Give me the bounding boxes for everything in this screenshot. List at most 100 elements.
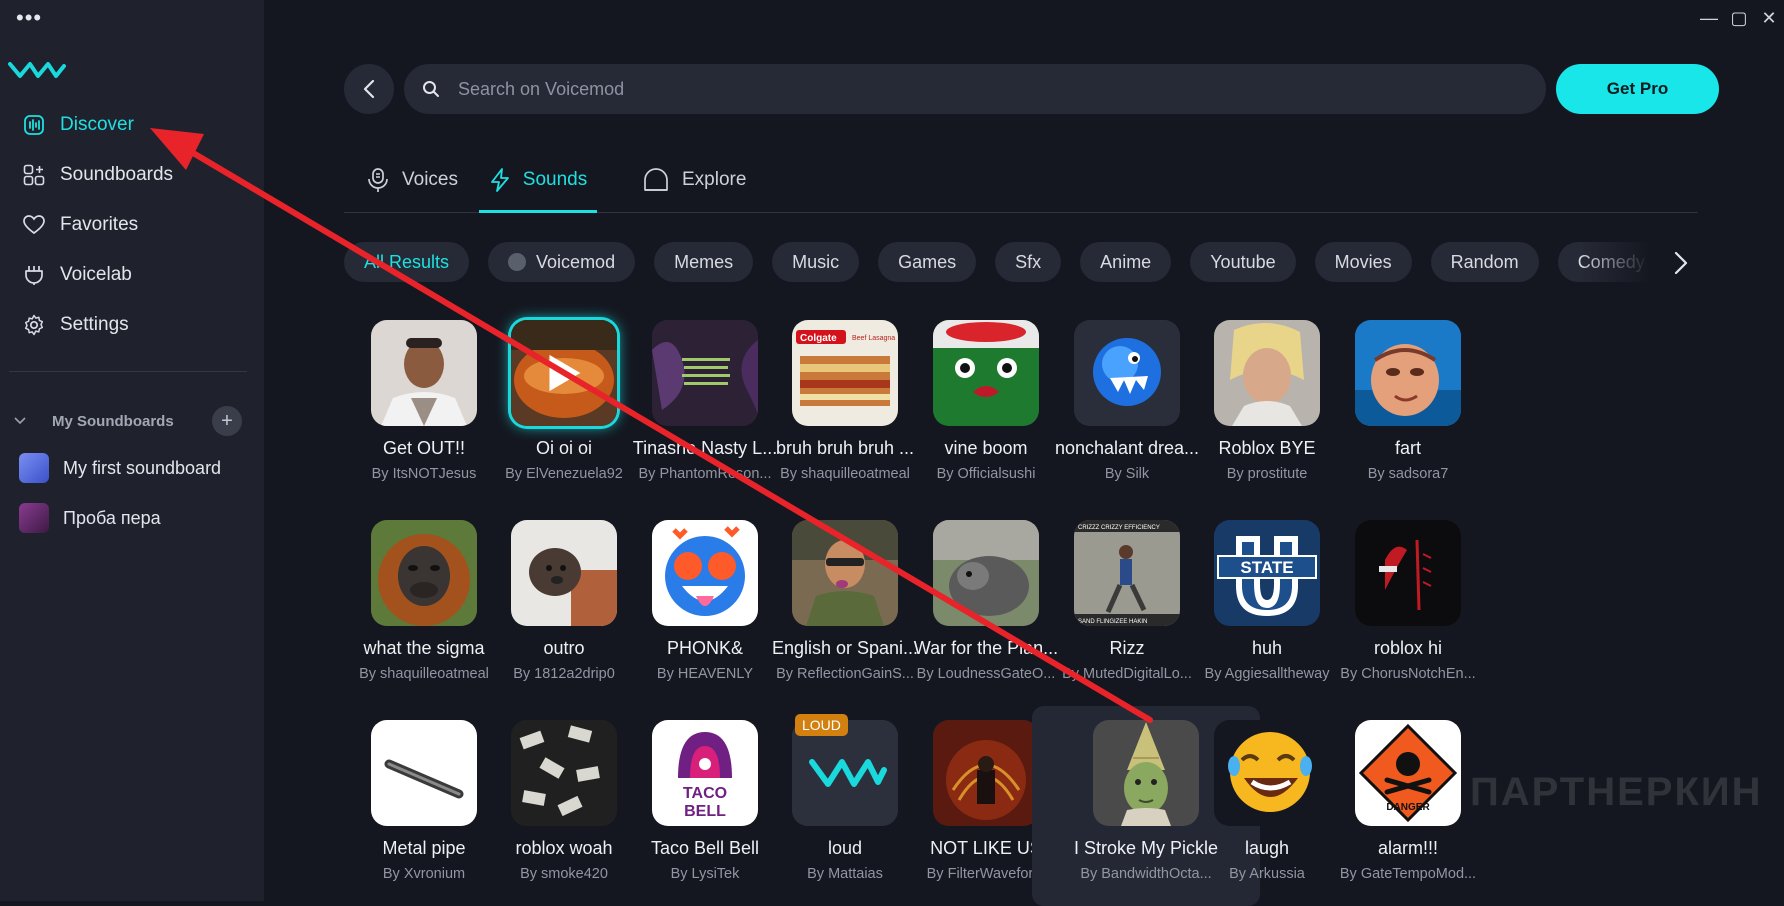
search-bar[interactable] (404, 64, 1546, 114)
filter-chip-random[interactable]: Random (1430, 242, 1539, 282)
nav-item-favorites[interactable]: Favorites (0, 200, 264, 250)
soundboard-thumbnail (19, 453, 49, 483)
my-soundboards-label: My Soundboards (52, 412, 174, 430)
nav-label: Favorites (60, 214, 139, 235)
filter-chip-music[interactable]: Music (772, 242, 860, 282)
filter-fade (1580, 238, 1650, 286)
tab-explore[interactable]: Explore (642, 148, 746, 212)
thumb-text: DANGER (1386, 802, 1430, 813)
back-button[interactable] (344, 64, 394, 114)
sound-thumbnail[interactable] (1355, 320, 1461, 426)
add-soundboard-button[interactable]: + (212, 406, 242, 436)
explore-icon (642, 166, 670, 194)
sound-thumbnail[interactable]: DANGER (1355, 720, 1461, 826)
minimize-icon[interactable]: — (1694, 6, 1724, 30)
soundboard-label: My first soundboard (63, 457, 222, 478)
tab-sounds[interactable]: Sounds (479, 148, 597, 213)
chevron-down-icon[interactable] (14, 414, 36, 428)
sound-thumbnail[interactable] (1355, 520, 1461, 626)
sound-thumbnail[interactable] (652, 320, 758, 426)
soundboards-icon (22, 163, 46, 187)
sound-thumbnail[interactable] (933, 320, 1039, 426)
sound-thumbnail[interactable] (371, 520, 477, 626)
voicemod-logo (8, 58, 68, 87)
sound-thumbnail[interactable] (1074, 320, 1180, 426)
watermark-text: ПАРТНЕРКИН (1470, 770, 1763, 814)
thumb-text: Beef Lasagna (852, 335, 895, 342)
more-options-icon[interactable]: ••• (16, 7, 42, 29)
loud-badge: LOUD (795, 714, 848, 736)
soundboard-list: My first soundboard Проба пера (0, 443, 264, 543)
nav-label: Soundboards (60, 164, 174, 185)
sound-author[interactable]: By GateTempoMod... (1318, 866, 1498, 882)
sound-thumbnail[interactable] (933, 520, 1039, 626)
soundboard-thumbnail (19, 503, 49, 533)
play-icon[interactable] (544, 353, 584, 393)
filter-chip-movies[interactable]: Movies (1314, 242, 1412, 282)
sound-thumbnail[interactable] (511, 720, 617, 826)
nav-item-soundboards[interactable]: Soundboards (0, 150, 264, 200)
chevron-right-icon[interactable] (1666, 248, 1696, 278)
thumb-text: Colgate (800, 333, 837, 344)
thumb-text: SAND FLINGIZEE HAKIN (1078, 619, 1147, 625)
search-input[interactable] (456, 77, 1460, 101)
get-pro-button[interactable]: Get Pro (1556, 64, 1719, 114)
my-soundboards-header[interactable]: My Soundboards + (14, 406, 242, 436)
heart-icon (22, 213, 46, 237)
sound-author[interactable]: By sadsora7 (1318, 466, 1498, 482)
microphone-icon (366, 167, 390, 193)
window-controls: — ▢ ✕ (1694, 6, 1784, 30)
gear-icon (22, 313, 46, 337)
sound-card[interactable]: fart By sadsora7 (1328, 320, 1488, 500)
sound-thumbnail[interactable]: STATE (1214, 520, 1320, 626)
sound-thumbnail[interactable] (1214, 320, 1320, 426)
tab-voices[interactable]: Voices (366, 148, 458, 212)
nav-label: Settings (60, 314, 129, 335)
filter-chip-memes[interactable]: Memes (654, 242, 754, 282)
chip-label: Voicemod (536, 251, 616, 272)
close-icon[interactable]: ✕ (1754, 6, 1784, 30)
soundboard-item[interactable]: My first soundboard (0, 443, 264, 493)
nav-item-settings[interactable]: Settings (0, 300, 264, 350)
sound-card[interactable]: DANGER alarm!!! By GateTempoMod... (1328, 720, 1488, 900)
sound-thumbnail[interactable] (371, 320, 477, 426)
thumb-text: BELL (684, 803, 726, 820)
search-icon (422, 80, 440, 98)
filter-chip-all-results[interactable]: All Results (344, 242, 470, 282)
sidebar-divider (9, 371, 247, 372)
sound-thumbnail[interactable] (1093, 720, 1199, 826)
nav-item-voicelab[interactable]: Voicelab (0, 250, 264, 300)
sound-thumbnail[interactable] (371, 720, 477, 826)
soundboard-label: Проба пера (63, 507, 161, 528)
voicelab-icon (22, 263, 46, 287)
sound-title: roblox hi (1373, 638, 1443, 658)
sound-thumbnail[interactable] (511, 520, 617, 626)
thumb-text: TACO (683, 785, 727, 802)
sound-thumbnail[interactable] (792, 520, 898, 626)
content-tabs: Voices Sounds Explore (344, 148, 1698, 213)
sound-thumbnail[interactable] (1214, 720, 1320, 826)
filter-chip-anime[interactable]: Anime (1080, 242, 1172, 282)
sound-card[interactable]: roblox hi By ChorusNotchEn... (1328, 520, 1488, 700)
sound-thumbnail[interactable]: CRIZZZ CRIZZY EFFICIENCY SAND FLINGIZEE H… (1074, 520, 1180, 626)
sound-thumbnail[interactable]: Colgate Beef Lasagna (792, 320, 898, 426)
sound-thumbnail[interactable] (511, 320, 617, 426)
filter-chip-games[interactable]: Games (878, 242, 977, 282)
tab-label: Sounds (522, 169, 588, 190)
soundboard-item[interactable]: Проба пера (0, 493, 264, 543)
filter-chip-voicemod[interactable]: Voicemod (488, 242, 636, 282)
maximize-icon[interactable]: ▢ (1724, 6, 1754, 30)
sound-thumbnail[interactable] (652, 520, 758, 626)
filter-chip-youtube[interactable]: Youtube (1190, 242, 1296, 282)
filter-chip-sfx[interactable]: Sfx (995, 242, 1062, 282)
sound-author[interactable]: By ChorusNotchEn... (1318, 666, 1498, 682)
lightning-icon (489, 168, 511, 192)
nav-label: Voicelab (60, 264, 132, 285)
nav-label: Discover (60, 114, 134, 135)
sound-thumbnail[interactable] (933, 720, 1039, 826)
thumb-text: CRIZZZ CRIZZY EFFICIENCY (1078, 525, 1160, 531)
discover-icon (22, 113, 46, 137)
thumb-text: STATE (1240, 558, 1293, 577)
sound-thumbnail[interactable]: TACO BELL (652, 720, 758, 826)
nav-item-discover[interactable]: Discover (0, 100, 264, 150)
